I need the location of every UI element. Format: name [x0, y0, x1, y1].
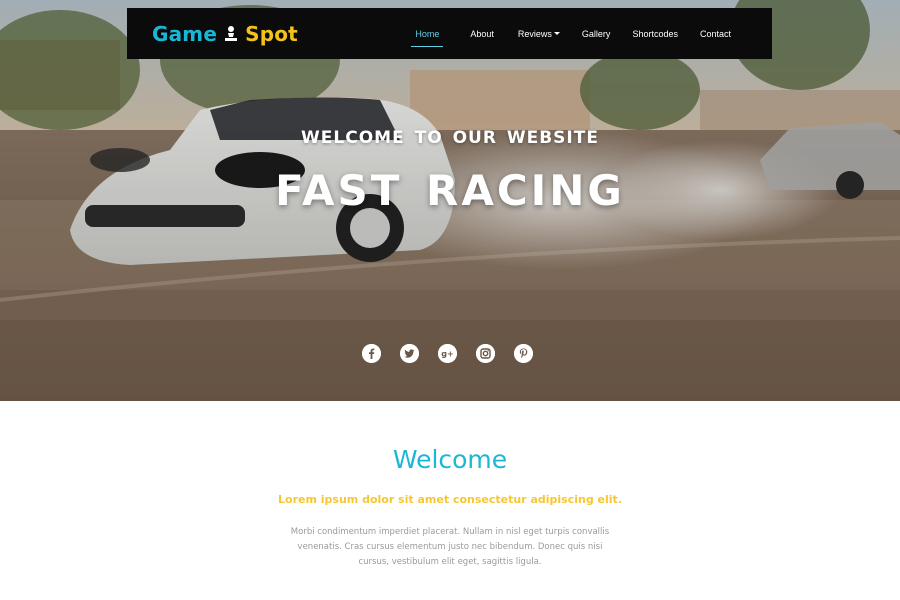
nav-item-label: Shortcodes — [632, 28, 678, 39]
chevron-down-icon — [553, 32, 560, 35]
hero-title: FAST RACING — [275, 166, 625, 215]
google-plus-icon: g+ — [438, 344, 457, 363]
welcome-heading: Welcome — [392, 445, 508, 474]
chess-pawn-icon — [225, 26, 238, 41]
twitter-icon — [400, 344, 419, 363]
nav-item-shortcodes[interactable]: Shortcodes — [632, 8, 678, 59]
logo-word-game: Game — [152, 22, 218, 46]
hero-subtitle: WELCOME TO OUR WEBSITE — [301, 128, 599, 148]
welcome-section: Welcome Lorem ipsum dolor sit amet conse… — [0, 401, 900, 600]
facebook-icon — [362, 344, 381, 363]
facebook-link[interactable] — [362, 344, 381, 363]
instagram-icon — [476, 344, 495, 363]
svg-text:g+: g+ — [441, 350, 453, 359]
top-navbar: Game Spot Home About Reviews Gallery Sho… — [127, 8, 772, 59]
nav-item-reviews[interactable]: Reviews — [518, 8, 560, 59]
welcome-lead-text: Lorem ipsum dolor sit amet consectetur a… — [278, 493, 622, 506]
social-links: g+ — [362, 344, 533, 363]
nav-item-label: About — [470, 28, 494, 39]
nav-item-label: Contact — [699, 28, 731, 39]
welcome-body-text: Morbi condimentum imperdiet placerat. Nu… — [290, 527, 610, 567]
nav-item-label: Gallery — [581, 28, 611, 39]
nav-item-home[interactable]: Home — [411, 8, 444, 59]
nav-item-contact[interactable]: Contact — [700, 8, 731, 59]
nav-item-label: Reviews — [517, 28, 552, 39]
site-logo[interactable]: Game Spot — [152, 20, 298, 48]
hero-banner: Game Spot Home About Reviews Gallery Sho… — [0, 0, 900, 401]
pinterest-link[interactable] — [514, 344, 533, 363]
google-plus-link[interactable]: g+ — [438, 344, 457, 363]
nav-item-gallery[interactable]: Gallery — [582, 8, 611, 59]
logo-word-spot: Spot — [245, 22, 298, 46]
main-nav-menu: Home About Reviews Gallery Shortcodes Co… — [411, 8, 772, 59]
instagram-link[interactable] — [476, 344, 495, 363]
nav-item-about[interactable]: About — [470, 8, 494, 59]
pinterest-icon — [514, 344, 533, 363]
nav-item-label: Home — [415, 28, 440, 39]
twitter-link[interactable] — [400, 344, 419, 363]
